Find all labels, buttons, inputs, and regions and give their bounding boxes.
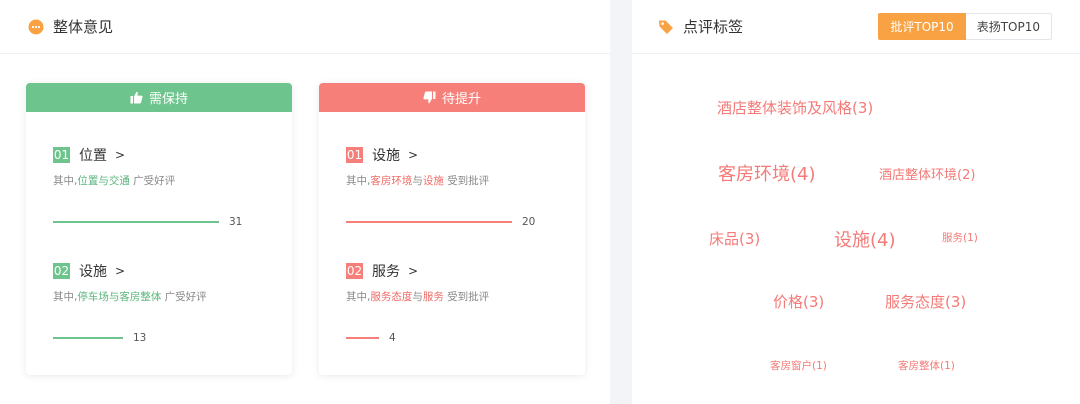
count-bar-row: 31: [53, 216, 273, 228]
improve-card-title: 待提升: [441, 92, 481, 107]
improve-card-header: 待提升: [319, 83, 585, 112]
count-bar-row: 13: [53, 332, 273, 344]
keep-item[interactable]: 02 设施 > 其中,停车场与客房整体 广受好评 13: [53, 261, 273, 344]
review-tags-panel: 点评标签 批评TOP10 表扬TOP10 酒店整体装饰及风格(3) 客房环境(4…: [632, 0, 1080, 404]
rank-badge: 01: [53, 147, 70, 163]
keep-item-title[interactable]: 位置: [79, 145, 107, 165]
keep-card: 需保持 01 位置 > 其中,位置与交通 广受好评 31 02 设施 > 其中,…: [26, 83, 292, 375]
highlight-term: 设施: [422, 175, 444, 187]
review-tag[interactable]: 设施(4): [834, 226, 896, 252]
review-tag[interactable]: 床品(3): [709, 228, 760, 249]
highlight-term: 停车场: [77, 291, 109, 303]
improve-item[interactable]: 01 设施 > 其中,客房环境与设施 受到批评 20: [346, 145, 566, 228]
tab-criticism-top10[interactable]: 批评TOP10: [878, 13, 966, 40]
keep-item[interactable]: 01 位置 > 其中,位置与交通 广受好评 31: [53, 145, 273, 228]
overall-opinion-header: 整体意见: [0, 0, 610, 54]
count-bar: [53, 221, 219, 223]
review-tag[interactable]: 价格(3): [773, 291, 824, 312]
review-tags-header: 点评标签 批评TOP10 表扬TOP10: [632, 0, 1080, 54]
highlight-term: 客房整体: [119, 291, 162, 303]
keep-item-desc: 其中,位置与交通 广受好评: [53, 175, 176, 187]
review-tag[interactable]: 客房窗户(1): [770, 358, 827, 373]
review-tag[interactable]: 服务(1): [942, 230, 978, 245]
rank-badge: 02: [53, 263, 70, 279]
speech-bubble-icon: [28, 19, 44, 35]
count-bar-row: 4: [346, 332, 566, 344]
review-tag[interactable]: 酒店整体装饰及风格(3): [717, 97, 873, 118]
overall-opinion-title: 整体意见: [53, 18, 114, 36]
improve-card: 待提升 01 设施 > 其中,客房环境与设施 受到批评 20 02 服务 > 其…: [319, 83, 585, 375]
highlight-term: 服务: [422, 291, 444, 303]
tab-praise-top10[interactable]: 表扬TOP10: [965, 13, 1052, 40]
chevron-right-icon[interactable]: >: [408, 148, 418, 162]
improve-item[interactable]: 02 服务 > 其中,服务态度与服务 受到批评 4: [346, 261, 566, 344]
chevron-right-icon[interactable]: >: [115, 264, 125, 278]
tag-icon: [658, 19, 674, 35]
count-value: 31: [229, 216, 243, 228]
review-tag[interactable]: 服务态度(3): [885, 291, 966, 312]
count-value: 20: [522, 216, 536, 228]
thumbs-up-icon: [130, 91, 143, 104]
count-value: 4: [389, 332, 396, 344]
improve-item-desc: 其中,客房环境与设施 受到批评: [346, 175, 490, 187]
chevron-right-icon[interactable]: >: [115, 148, 125, 162]
keep-item-title[interactable]: 设施: [79, 261, 107, 281]
count-bar: [346, 337, 379, 339]
review-tags-title: 点评标签: [683, 18, 744, 36]
keep-item-desc: 其中,停车场与客房整体 广受好评: [53, 291, 207, 303]
highlight-term: 交通: [108, 175, 130, 187]
rank-badge: 01: [346, 147, 363, 163]
count-bar: [346, 221, 512, 223]
rank-badge: 02: [346, 263, 363, 279]
review-tag[interactable]: 酒店整体环境(2): [879, 164, 975, 183]
overall-opinion-panel: 整体意见 需保持 01 位置 > 其中,位置与交通 广受好评 31 02 设施 …: [0, 0, 610, 404]
improve-item-title[interactable]: 服务: [372, 261, 400, 281]
keep-card-header: 需保持: [26, 83, 292, 112]
improve-item-desc: 其中,服务态度与服务 受到批评: [346, 291, 490, 303]
review-tag[interactable]: 客房整体(1): [898, 358, 955, 373]
highlight-term: 位置: [77, 175, 99, 187]
count-value: 13: [133, 332, 147, 344]
thumbs-down-icon: [423, 91, 436, 104]
count-bar-row: 20: [346, 216, 566, 228]
improve-item-title[interactable]: 设施: [372, 145, 400, 165]
highlight-term: 客房环境: [370, 175, 413, 187]
keep-card-title: 需保持: [148, 92, 188, 107]
tags-tab-group: 批评TOP10 表扬TOP10: [878, 13, 1052, 40]
count-bar: [53, 337, 123, 339]
review-tag[interactable]: 客房环境(4): [718, 160, 816, 186]
chevron-right-icon[interactable]: >: [408, 264, 418, 278]
highlight-term: 服务态度: [370, 291, 413, 303]
